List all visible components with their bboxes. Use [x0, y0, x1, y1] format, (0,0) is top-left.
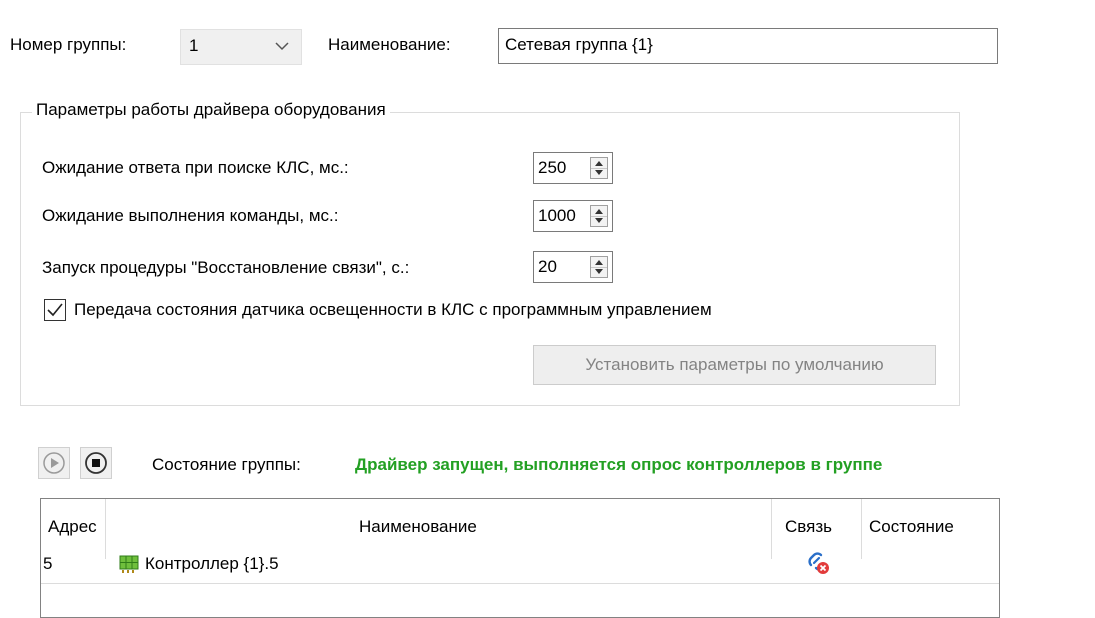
light-sensor-checkbox[interactable]	[44, 299, 66, 321]
spin-down-icon[interactable]	[591, 168, 607, 178]
spin-buttons[interactable]	[590, 157, 608, 179]
group-number-combo[interactable]: 1	[180, 29, 302, 65]
stop-icon	[85, 452, 107, 474]
row-name: Контроллер {1}.5	[145, 554, 279, 573]
spin-buttons[interactable]	[590, 205, 608, 227]
light-sensor-label: Передача состояния датчика освещенности …	[74, 300, 712, 319]
header-link[interactable]: Связь	[785, 517, 832, 537]
command-timeout-value: 1000	[538, 206, 576, 225]
group-number-label: Номер группы:	[10, 35, 127, 54]
driver-params-title: Параметры работы драйвера оборудования	[32, 100, 390, 120]
spin-down-icon[interactable]	[591, 216, 607, 226]
reconnect-interval-spinbox[interactable]: 20	[533, 251, 613, 283]
search-timeout-label: Ожидание ответа при поиске КЛС, мс.:	[42, 158, 349, 177]
stop-button[interactable]	[80, 447, 112, 479]
controllers-table: Адрес Наименование Связь Состояние 5 Кон…	[40, 498, 1000, 618]
group-number-value: 1	[189, 36, 199, 55]
group-state-label: Состояние группы:	[152, 455, 301, 474]
group-state-value: Драйвер запущен, выполняется опрос контр…	[355, 455, 883, 474]
command-timeout-label: Ожидание выполнения команды, мс.:	[42, 206, 339, 225]
link-error-icon	[808, 552, 829, 574]
name-field[interactable]	[505, 35, 985, 55]
row-address: 5	[43, 554, 53, 573]
chevron-down-icon	[275, 42, 289, 51]
name-field-box	[498, 28, 998, 64]
set-defaults-button[interactable]: Установить параметры по умолчанию	[533, 345, 936, 385]
header-name[interactable]: Наименование	[359, 517, 477, 537]
spin-buttons[interactable]	[590, 256, 608, 278]
spin-down-icon[interactable]	[591, 267, 607, 277]
play-icon	[43, 452, 65, 474]
reconnect-interval-value: 20	[538, 257, 557, 276]
search-timeout-spinbox[interactable]: 250	[533, 152, 613, 184]
play-button[interactable]	[38, 447, 70, 479]
row-separator	[41, 583, 999, 584]
header-state[interactable]: Состояние	[869, 517, 954, 537]
name-label: Наименование:	[328, 35, 451, 54]
reconnect-interval-label: Запуск процедуры "Восстановление связи",…	[42, 258, 410, 277]
checkmark-icon	[47, 303, 63, 317]
header-address[interactable]: Адрес	[48, 517, 97, 537]
search-timeout-value: 250	[538, 158, 567, 177]
command-timeout-spinbox[interactable]: 1000	[533, 200, 613, 232]
controller-icon	[119, 555, 139, 573]
table-row[interactable]: 5 Контроллер {1}.5	[41, 549, 999, 581]
